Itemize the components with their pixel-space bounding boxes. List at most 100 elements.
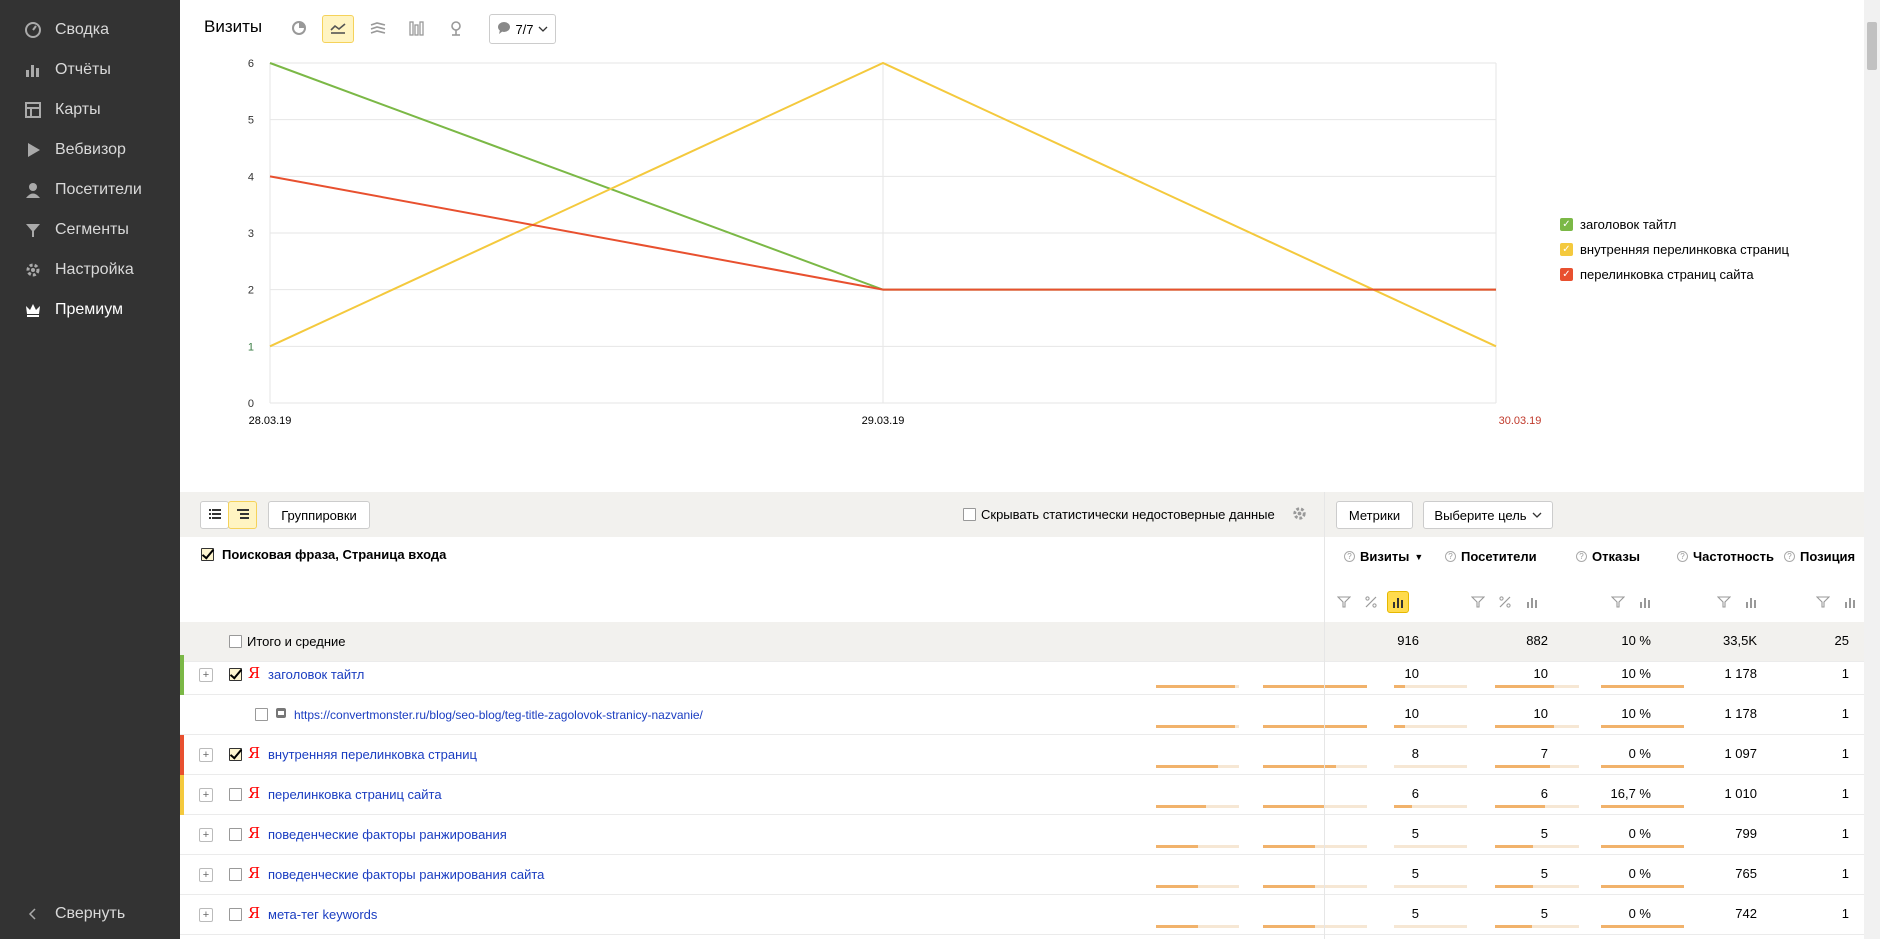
sidebar-item-summary[interactable]: Сводка	[0, 10, 180, 50]
bar-icon[interactable]	[1634, 591, 1656, 613]
tree-view-button[interactable]	[228, 501, 257, 529]
goal-select[interactable]: Выберите цель	[1423, 501, 1553, 529]
table-row[interactable]: https://convertmonster.ru/blog/seo-blog/…	[180, 695, 1864, 735]
area-chart-button[interactable]	[362, 15, 394, 43]
list-view-button[interactable]	[200, 501, 229, 529]
line-chart-button[interactable]	[322, 15, 354, 43]
row-label[interactable]: https://convertmonster.ru/blog/seo-blog/…	[294, 708, 703, 722]
sort-desc-icon: ▼	[1414, 551, 1424, 562]
percent-icon[interactable]	[1494, 591, 1516, 613]
row-label[interactable]: мета-тег keywords	[268, 907, 377, 922]
metric-bar-fill	[1156, 925, 1198, 928]
select-all-checkbox[interactable]	[201, 548, 214, 561]
total-checkbox[interactable]	[229, 635, 242, 648]
expand-row-button[interactable]: +	[199, 908, 213, 922]
filter-icon[interactable]	[1812, 591, 1834, 613]
metric-bar	[1601, 805, 1684, 808]
hide-unreliable-checkbox[interactable]	[963, 508, 976, 521]
table-row[interactable]: + Яповеденческие факторы ранжирования 5 5 0 …	[180, 815, 1864, 855]
row-checkbox[interactable]	[229, 788, 242, 801]
filter-icon[interactable]	[1333, 591, 1355, 613]
sidebar-item-visitors[interactable]: Посетители	[0, 170, 180, 210]
table-row[interactable]: + Ямета-тег keywords 5 5 0 % 742 1	[180, 895, 1864, 935]
help-icon[interactable]: ?	[1576, 551, 1587, 562]
row-checkbox[interactable]	[229, 868, 242, 881]
expand-row-button[interactable]: +	[199, 748, 213, 762]
dimension-header[interactable]: Поисковая фраза, Страница входа	[201, 547, 446, 562]
metric-bar	[1263, 805, 1367, 808]
collapse-sidebar-button[interactable]: Свернуть	[22, 899, 125, 929]
row-label[interactable]: поведенческие факторы ранжирования	[268, 827, 507, 842]
expand-row-button[interactable]: +	[199, 868, 213, 882]
groupings-button[interactable]: Группировки	[268, 501, 370, 529]
metric-bar-fill	[1263, 725, 1367, 728]
sidebar-item-label: Вебвизор	[55, 141, 126, 158]
legend-item[interactable]: ✓ перелинковка страниц сайта	[1560, 262, 1789, 287]
metric-bar	[1495, 845, 1579, 848]
help-icon[interactable]: ?	[1344, 551, 1355, 562]
sidebar-item-reports[interactable]: Отчёты	[0, 50, 180, 90]
y-tick-label: 1	[248, 341, 254, 353]
row-checkbox[interactable]	[229, 828, 242, 841]
table-row[interactable]: + Яперелинковка страниц сайта 6 6 16,7 % 1 01…	[180, 775, 1864, 815]
table-row[interactable]: + Язаголовок тайтл 10 10 10 % 1 178 1	[180, 655, 1864, 695]
row-checkbox[interactable]	[255, 708, 268, 721]
row-label[interactable]: внутренняя перелинковка страниц	[268, 747, 477, 762]
metric-bar	[1263, 685, 1367, 688]
y-tick-label: 3	[248, 228, 254, 240]
filter-icon[interactable]	[1467, 591, 1489, 613]
legend-item[interactable]: ✓ внутренняя перелинковка страниц	[1560, 237, 1789, 262]
metric-bar-fill	[1495, 725, 1554, 728]
bar-icon[interactable]	[1740, 591, 1762, 613]
pie-chart-button[interactable]	[283, 15, 315, 43]
table-settings-gear-icon[interactable]	[1291, 505, 1308, 525]
column-label: Визиты	[1360, 549, 1410, 564]
help-icon[interactable]: ?	[1445, 551, 1456, 562]
row-label[interactable]: заголовок тайтл	[268, 667, 364, 682]
bar-chart-button[interactable]	[401, 15, 433, 43]
series-color-stripe	[180, 655, 184, 695]
percent-icon[interactable]	[1360, 591, 1382, 613]
collapse-label: Свернуть	[55, 905, 126, 922]
yandex-icon: Я	[248, 864, 261, 882]
sidebar-item-maps[interactable]: Карты	[0, 90, 180, 130]
expand-row-button[interactable]: +	[199, 668, 213, 682]
page-scrollbar[interactable]	[1864, 0, 1880, 939]
series-color-stripe	[180, 775, 184, 815]
row-label[interactable]: перелинковка страниц сайта	[268, 787, 442, 802]
row-checkbox[interactable]	[229, 668, 242, 681]
column-header-bounces[interactable]: ? Отказы	[1576, 549, 1640, 564]
sidebar-item-settings[interactable]: Настройка	[0, 250, 180, 290]
row-checkbox[interactable]	[229, 908, 242, 921]
expand-row-button[interactable]: +	[199, 788, 213, 802]
hide-unreliable-toggle[interactable]: Скрывать статистически недостоверные дан…	[963, 507, 1275, 522]
table-row[interactable]: + Явнутренняя перелинковка страниц 8 7 0 % 1 …	[180, 735, 1864, 775]
expand-row-button[interactable]: +	[199, 828, 213, 842]
row-label[interactable]: поведенческие факторы ранжирования сайта	[268, 867, 544, 882]
table-row[interactable]: + Яповеденческие факторы ранжирования сай…	[180, 855, 1864, 895]
bar-icon[interactable]	[1521, 591, 1543, 613]
help-icon[interactable]: ?	[1784, 551, 1795, 562]
column-label: Частотность	[1693, 549, 1774, 564]
column-header-visitors[interactable]: ? Посетители	[1445, 549, 1537, 564]
metric-bar-fill	[1601, 885, 1684, 888]
sidebar-item-webvisor[interactable]: Вебвизор	[0, 130, 180, 170]
map-chart-button[interactable]	[440, 15, 472, 43]
sidebar-item-segments[interactable]: Сегменты	[0, 210, 180, 250]
row-checkbox[interactable]	[229, 748, 242, 761]
metric-bar	[1601, 925, 1684, 928]
legend-item[interactable]: ✓ заголовок тайтл	[1560, 212, 1789, 237]
column-header-visits[interactable]: ? Визиты ▼	[1344, 549, 1423, 564]
bar-icon[interactable]	[1387, 591, 1409, 613]
metrics-button[interactable]: Метрики	[1336, 501, 1413, 529]
chart-legend: ✓ заголовок тайтл ✓ внутренняя перелинко…	[1560, 212, 1789, 287]
filter-icon[interactable]	[1607, 591, 1629, 613]
sidebar-item-premium[interactable]: Премиум	[0, 290, 180, 330]
annotations-button[interactable]: 7/7	[489, 14, 556, 44]
filter-icon[interactable]	[1713, 591, 1735, 613]
column-header-frequency[interactable]: ? Частотность	[1677, 549, 1774, 564]
column-header-position[interactable]: ? Позиция	[1784, 549, 1855, 564]
scrollbar-thumb[interactable]	[1867, 22, 1877, 70]
bar-icon[interactable]	[1839, 591, 1861, 613]
help-icon[interactable]: ?	[1677, 551, 1688, 562]
